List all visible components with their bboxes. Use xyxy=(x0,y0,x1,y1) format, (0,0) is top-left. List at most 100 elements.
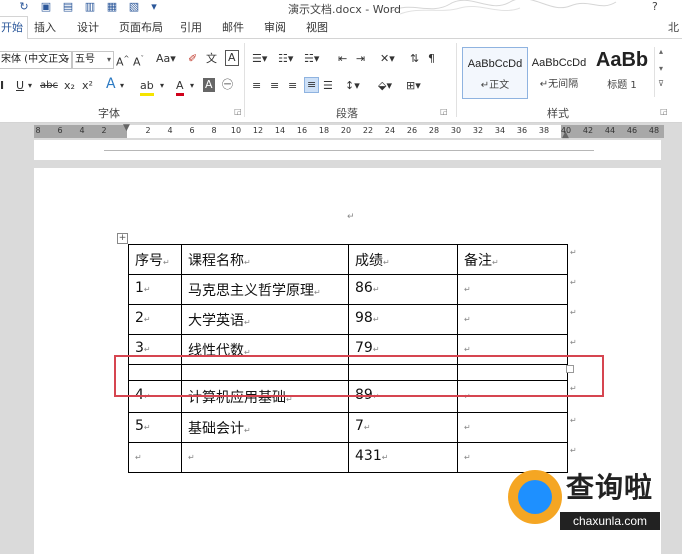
chevron-down-icon[interactable]: ▾ xyxy=(655,64,667,73)
table-header-cell[interactable]: 成绩↵ xyxy=(355,250,390,270)
table-header-cell[interactable]: 备注↵ xyxy=(464,250,499,270)
tab-insert[interactable]: 插入 xyxy=(34,19,56,35)
text-effects-icon[interactable]: A xyxy=(106,77,116,91)
redo-icon[interactable]: ↻ xyxy=(18,1,30,13)
logo-inner-circle xyxy=(518,480,552,514)
open-icon[interactable]: ▥ xyxy=(84,1,96,13)
table-cell[interactable]: 86↵ xyxy=(355,280,380,296)
tab-design[interactable]: 设计 xyxy=(77,19,99,35)
table-cell[interactable]: 7↵ xyxy=(355,418,371,434)
highlighted-empty-row-annotation xyxy=(114,355,604,397)
tab-view[interactable]: 视图 xyxy=(306,19,328,35)
highlight-color-icon[interactable]: ab xyxy=(140,79,154,96)
table-cell[interactable]: ↵ xyxy=(464,280,471,296)
table-cell[interactable]: ↵ xyxy=(464,340,471,356)
superscript-icon[interactable]: x² xyxy=(82,79,93,93)
font-dialog-launcher-icon[interactable]: ◲ xyxy=(234,107,242,116)
first-line-indent-marker[interactable]: ▼ xyxy=(123,123,130,133)
row-end-mark: ↵ xyxy=(570,338,577,347)
table-cell[interactable]: ↵ xyxy=(188,448,195,464)
chevron-down-icon[interactable]: ▾ xyxy=(120,79,124,93)
table-cell[interactable]: ↵ xyxy=(464,448,471,464)
grow-font-icon[interactable]: A^ xyxy=(116,52,129,70)
subscript-icon[interactable]: x₂ xyxy=(64,79,75,93)
line-spacing-icon[interactable]: ↕▾ xyxy=(345,79,360,93)
bullets-icon[interactable]: ☰▾ xyxy=(252,52,267,66)
font-name-select[interactable]: 宋体 (中文正文 ▾ xyxy=(0,51,72,69)
bold-icon[interactable]: I xyxy=(0,79,4,93)
save-as-icon[interactable]: ▤ xyxy=(62,1,74,13)
table-cell[interactable]: 大学英语↵ xyxy=(188,310,251,330)
table-cell[interactable]: 5↵ xyxy=(135,418,151,434)
right-indent-marker[interactable]: ▲ xyxy=(562,130,569,140)
table-cell[interactable]: 2↵ xyxy=(135,310,151,326)
style-heading-1[interactable]: AaBb 标题 1 xyxy=(592,47,652,97)
borders-icon[interactable]: ⊞▾ xyxy=(406,79,421,93)
strikethrough-icon[interactable]: abc xyxy=(40,79,58,93)
increase-indent-icon[interactable]: ⇥ xyxy=(356,52,365,66)
table-cell[interactable]: ↵ xyxy=(135,448,142,464)
styles-dialog-launcher-icon[interactable]: ◲ xyxy=(660,107,668,116)
gallery-more-icon[interactable]: ⊽ xyxy=(655,79,667,88)
table-cell[interactable]: 3↵ xyxy=(135,340,151,356)
tab-references[interactable]: 引用 xyxy=(180,19,202,35)
chevron-down-icon[interactable]: ▾ xyxy=(190,79,194,93)
user-account-label[interactable]: 北 xyxy=(668,19,679,35)
style-no-spacing[interactable]: AaBbCcDd ↵无间隔 xyxy=(528,47,590,97)
numbering-icon[interactable]: ☷▾ xyxy=(278,52,293,66)
save-icon[interactable]: ▣ xyxy=(40,1,52,13)
table-cell[interactable]: ↵ xyxy=(464,310,471,326)
character-shading-icon[interactable]: A xyxy=(203,78,215,92)
style-normal[interactable]: AaBbCcDd ↵正文 xyxy=(462,47,528,99)
justify-icon[interactable]: ≡ xyxy=(304,77,320,93)
chinese-layout-icon[interactable]: ✕▾ xyxy=(380,52,395,66)
enclose-characters-icon[interactable]: ㊀ xyxy=(222,78,233,92)
distributed-icon[interactable]: ☰ xyxy=(323,79,333,93)
paragraph-dialog-launcher-icon[interactable]: ◲ xyxy=(440,107,448,116)
help-button[interactable]: ? xyxy=(652,0,658,13)
font-size-select[interactable]: 五号 ▾ xyxy=(72,51,114,69)
table-cell[interactable]: 基础会计↵ xyxy=(188,418,251,438)
table-cell[interactable]: ↵ xyxy=(464,418,471,434)
shading-icon[interactable]: ⬙▾ xyxy=(378,79,392,93)
ruler-number: 46 xyxy=(626,126,638,135)
horizontal-ruler[interactable]: 8 6 4 2 2 4 6 8 10 12 14 16 18 20 22 24 26 28 30 32 34 36 38 40… xyxy=(34,123,664,140)
underline-dropdown-icon[interactable]: ▾ xyxy=(28,79,32,93)
tab-mailings[interactable]: 邮件 xyxy=(222,19,244,35)
cell-end-mark: ↵ xyxy=(244,426,251,435)
tab-home[interactable]: 开始 xyxy=(0,16,28,40)
align-right-icon[interactable]: ≡ xyxy=(288,79,297,93)
tab-page-layout[interactable]: 页面布局 xyxy=(119,19,163,35)
sort-icon[interactable]: ⇅ xyxy=(410,52,419,66)
tab-review[interactable]: 审阅 xyxy=(264,19,286,35)
document-icon[interactable]: ▧ xyxy=(128,1,140,13)
customize-quick-access-icon[interactable]: ▾ xyxy=(148,1,160,13)
table-cell[interactable]: 431↵ xyxy=(355,448,388,464)
table-cell[interactable]: 98↵ xyxy=(355,310,380,326)
clear-formatting-icon[interactable]: ✐ xyxy=(188,52,197,66)
table-cell[interactable]: 1↵ xyxy=(135,280,151,296)
cell-end-mark: ↵ xyxy=(135,453,142,462)
font-color-icon[interactable]: A xyxy=(176,79,184,96)
shrink-font-icon[interactable]: Aˇ xyxy=(133,52,144,70)
table-header-cell[interactable]: 课程名称↵ xyxy=(188,250,251,270)
chevron-up-icon[interactable]: ▴ xyxy=(655,47,667,56)
table-cell[interactable]: 马克思主义哲学原理↵ xyxy=(188,280,321,300)
character-border-icon[interactable]: A xyxy=(225,50,239,66)
table-cell[interactable]: 79↵ xyxy=(355,340,380,356)
align-center-icon[interactable]: ≡ xyxy=(270,79,279,93)
underline-icon[interactable]: U xyxy=(16,79,24,93)
align-left-icon[interactable]: ≡ xyxy=(252,79,261,93)
style-gallery-scroll[interactable]: ▴ ▾ ⊽ xyxy=(654,47,667,97)
print-icon[interactable]: ▦ xyxy=(106,1,118,13)
row-end-mark: ↵ xyxy=(570,248,577,257)
decrease-indent-icon[interactable]: ⇤ xyxy=(338,52,347,66)
table-header-cell[interactable]: 序号↵ xyxy=(135,250,170,270)
show-marks-icon[interactable]: ¶ xyxy=(428,52,435,66)
change-case-icon[interactable]: Aa▾ xyxy=(156,52,176,66)
chevron-down-icon[interactable]: ▾ xyxy=(160,79,164,93)
multilevel-list-icon[interactable]: ☵▾ xyxy=(304,52,319,66)
table-move-handle-icon[interactable]: + xyxy=(117,233,128,244)
phonetic-guide-icon[interactable]: 文 xyxy=(206,52,217,66)
style-name-label: ↵无间隔 xyxy=(539,79,579,90)
